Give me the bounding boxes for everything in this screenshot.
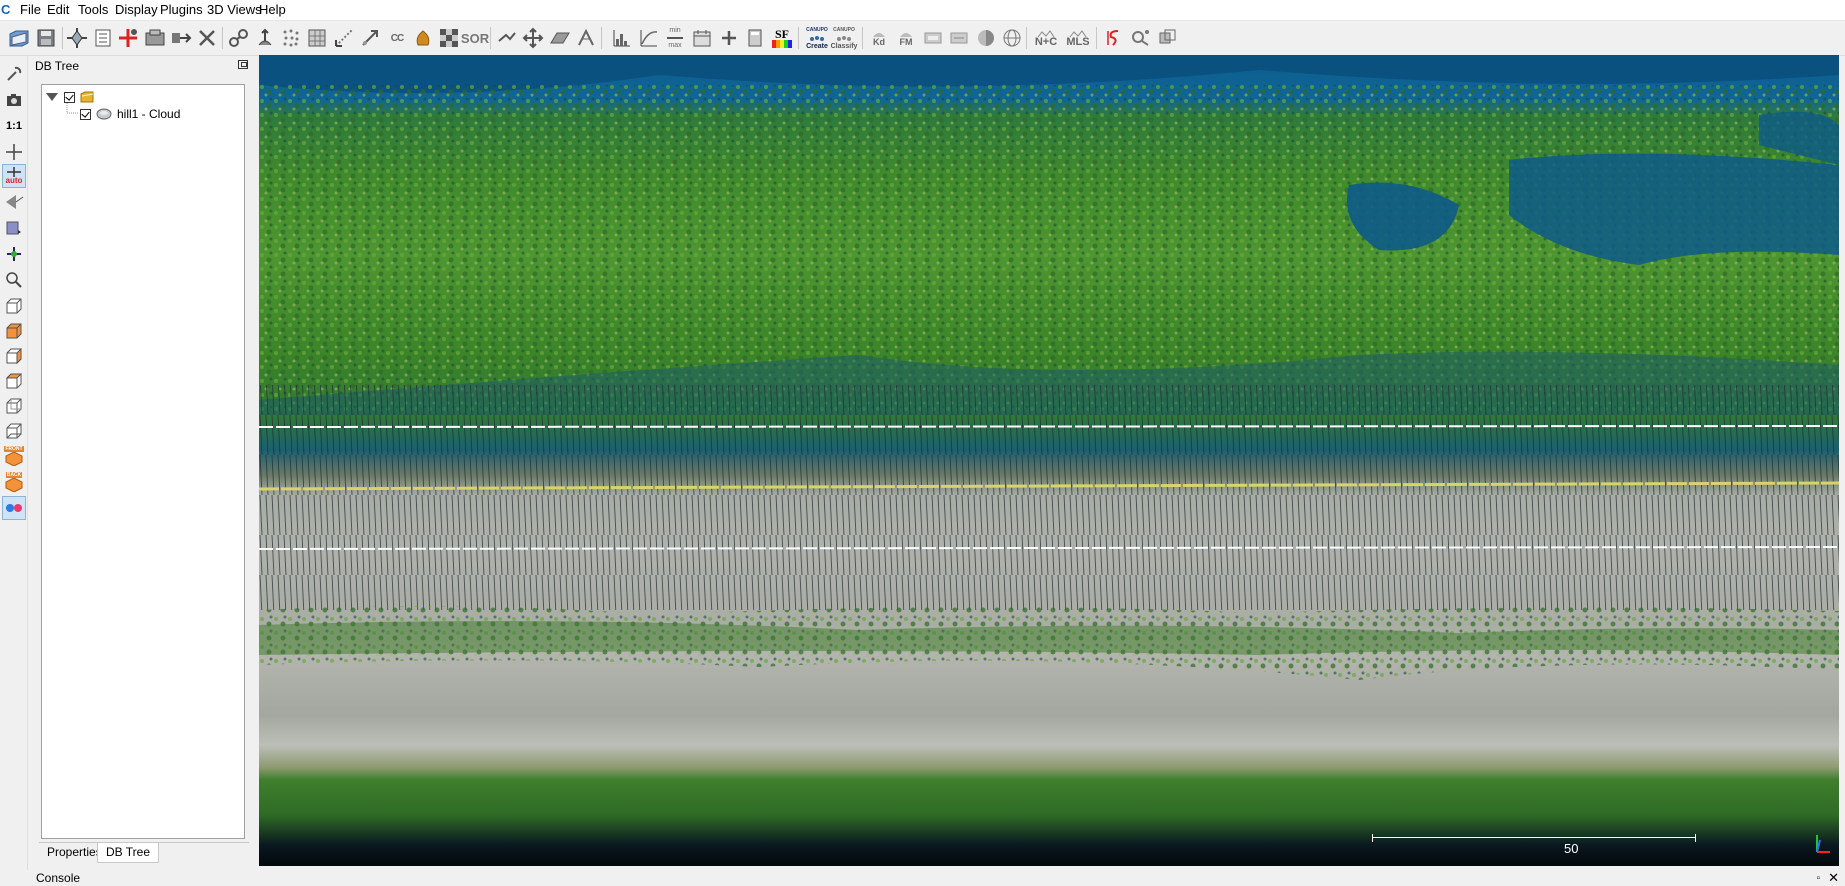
float-panel-icon[interactable] — [238, 60, 248, 69]
histogram-icon[interactable] — [609, 25, 635, 51]
root-checkbox[interactable] — [64, 91, 75, 103]
distance-icon[interactable] — [331, 25, 357, 51]
open-icon[interactable] — [6, 25, 32, 51]
auto-pivot-icon[interactable]: auto — [2, 164, 26, 188]
delete-icon[interactable] — [194, 25, 220, 51]
console-panel: Console ▫ ✕ — [29, 870, 1845, 885]
mesh-icon[interactable] — [304, 25, 330, 51]
minmax-icon[interactable]: min max — [662, 25, 688, 51]
wrench-icon[interactable] — [2, 62, 26, 86]
db-tree-title: DB Tree — [35, 59, 80, 73]
plugin2-icon[interactable] — [946, 25, 972, 51]
iso-back-icon[interactable]: BACK — [2, 470, 26, 494]
menu-tools[interactable]: Tools — [76, 2, 110, 18]
calendar-icon[interactable] — [689, 25, 715, 51]
float-console-icon[interactable]: ▫ — [1816, 873, 1820, 884]
sample-icon[interactable] — [142, 25, 168, 51]
view-toolbar: 1:1 auto FRONT BACK — [0, 56, 28, 870]
camera-icon[interactable] — [2, 88, 26, 112]
crosshair-icon[interactable] — [2, 140, 26, 164]
left-view-icon[interactable] — [2, 344, 26, 368]
menu-display[interactable]: Display — [113, 2, 160, 18]
qualified-icon[interactable] — [1128, 25, 1154, 51]
menu-bar: C File Edit Tools Display Plugins 3D Vie… — [0, 0, 1845, 21]
menu-edit[interactable]: Edit — [45, 2, 71, 18]
cloud-label: hill1 - Cloud — [117, 107, 181, 121]
scale-bar — [1372, 834, 1696, 842]
close-console-icon[interactable]: ✕ — [1828, 870, 1839, 886]
plugin1-icon[interactable] — [920, 25, 946, 51]
front-view-icon[interactable] — [2, 319, 26, 343]
back-view-icon[interactable] — [2, 369, 26, 393]
save-icon[interactable] — [33, 25, 59, 51]
top-view-icon[interactable] — [2, 294, 26, 318]
merge-icon[interactable] — [168, 25, 194, 51]
menu-3d-views[interactable]: 3D Views — [205, 2, 264, 18]
cloud-icon — [96, 108, 112, 120]
canupo-create-icon[interactable]: CANUPO Create — [804, 25, 830, 51]
one-to-one-icon[interactable]: 1:1 — [2, 114, 26, 138]
fm-icon[interactable]: FM — [893, 25, 919, 51]
zoom-icon[interactable] — [2, 268, 26, 292]
console-title: Console — [36, 871, 81, 885]
clone-icon[interactable] — [115, 25, 141, 51]
list-icon[interactable] — [90, 25, 116, 51]
octree-icon[interactable] — [278, 25, 304, 51]
scale-label: 50 — [1564, 841, 1579, 856]
normals-icon[interactable] — [252, 25, 278, 51]
calculator-icon[interactable] — [742, 25, 768, 51]
checker-icon[interactable] — [436, 25, 462, 51]
main-toolbar: CC SOR min max SF CANUPO Create CANUPO C… — [0, 21, 1845, 56]
translate-rotate-icon[interactable] — [64, 25, 90, 51]
fit-icon[interactable] — [636, 25, 662, 51]
menu-help[interactable]: Help — [257, 2, 288, 18]
perspective-icon[interactable] — [2, 216, 26, 240]
menu-file[interactable]: File — [18, 2, 43, 18]
registration-icon[interactable] — [357, 25, 383, 51]
hpr-icon[interactable] — [1154, 25, 1180, 51]
point-cloud-render — [259, 55, 1839, 680]
folder-icon — [80, 91, 94, 103]
sf-icon[interactable]: SF — [769, 25, 795, 51]
cloud-checkbox[interactable] — [80, 108, 91, 120]
point-picking-icon[interactable] — [2, 190, 26, 214]
s-icon[interactable] — [1101, 25, 1127, 51]
app-icon: C — [1, 2, 11, 17]
globe-icon[interactable] — [999, 25, 1025, 51]
subsample-icon[interactable] — [226, 25, 252, 51]
sor-icon[interactable]: SOR — [461, 25, 489, 51]
db-tree-view[interactable]: hill1 - Cloud — [41, 84, 245, 839]
measure-icon[interactable] — [573, 25, 599, 51]
right-view-icon[interactable] — [2, 394, 26, 418]
bottom-view-icon[interactable] — [2, 419, 26, 443]
color-icon[interactable] — [410, 25, 436, 51]
db-tree-panel: DB Tree hill1 - Cloud Properties DB Tree — [29, 56, 254, 866]
canupo-classify-icon[interactable]: CANUPO Classify — [831, 25, 858, 51]
panel-tabs: Properties DB Tree — [39, 842, 249, 863]
move-icon[interactable] — [520, 25, 546, 51]
menu-plugins[interactable]: Plugins — [158, 2, 205, 18]
kd-icon[interactable]: Kd — [866, 25, 892, 51]
segment-icon[interactable] — [494, 25, 520, 51]
sphere-icon[interactable] — [973, 25, 999, 51]
cc-icon[interactable]: CC — [384, 25, 410, 51]
move-pivot-icon[interactable] — [2, 242, 26, 266]
plane-icon[interactable] — [547, 25, 573, 51]
axis-trihedron-icon — [1816, 835, 1830, 853]
nc-icon[interactable]: N+C — [1031, 25, 1061, 51]
expand-arrow-icon[interactable] — [46, 92, 58, 102]
mls-icon[interactable]: MLS — [1063, 25, 1093, 51]
tab-db-tree[interactable]: DB Tree — [97, 843, 160, 863]
iso-front-icon[interactable]: FRONT — [2, 444, 26, 468]
plus-icon[interactable] — [716, 25, 742, 51]
stereo-icon[interactable] — [2, 496, 26, 520]
tree-item-cloud[interactable]: hill1 - Cloud — [80, 105, 180, 123]
3d-view[interactable]: 50 — [259, 55, 1839, 866]
